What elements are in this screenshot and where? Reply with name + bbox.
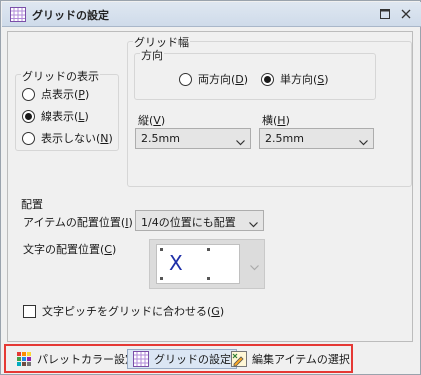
horizontal-width-select[interactable]: 2.5mm: [259, 128, 374, 149]
tab-edit-item-select[interactable]: 編集アイテムの選択: [225, 349, 356, 369]
grid-settings-window: グリッドの設定 グリッドの表示 点表示(P) 線表示(L) 表示しない(N) グ…: [0, 0, 421, 375]
both-directions-radio[interactable]: 両方向(D): [179, 71, 248, 87]
checkbox-box[interactable]: [23, 304, 36, 318]
tab-bar: パレットカラー設定 グリッドの設定 編集アイテムの選択: [4, 344, 353, 373]
dot-display-label: 点表示(P): [41, 88, 90, 101]
vertical-width-select[interactable]: 2.5mm: [135, 128, 251, 149]
vertical-width-value: 2.5mm: [141, 132, 180, 145]
tab-grid-settings-label: グリッドの設定: [154, 353, 231, 366]
radio-circle-selected[interactable]: [261, 72, 274, 86]
chevron-down-icon: [249, 218, 258, 228]
text-position-preview: X: [156, 244, 240, 284]
pitch-align-label: 文字ピッチをグリッドに合わせる(G): [42, 305, 225, 318]
direction-group: [134, 53, 376, 100]
tab-palette-color-label: パレットカラー設定: [37, 353, 136, 366]
single-direction-label: 単方向(S): [280, 73, 329, 86]
vertical-label: 縦(V): [138, 114, 166, 127]
restore-icon[interactable]: [377, 6, 393, 22]
text-position-label: 文字の配置位置(C): [23, 243, 117, 256]
line-display-label: 線表示(L): [41, 110, 89, 123]
single-direction-radio[interactable]: 単方向(S): [261, 71, 329, 87]
chevron-down-icon: [359, 136, 368, 146]
line-display-radio[interactable]: 線表示(L): [22, 108, 89, 124]
close-icon[interactable]: [398, 6, 414, 22]
text-position-select[interactable]: X: [149, 239, 265, 289]
edit-select-icon: [231, 351, 247, 367]
item-position-value: 1/4の位置にも配置: [141, 216, 236, 229]
item-position-select[interactable]: 1/4の位置にも配置: [135, 210, 264, 231]
item-position-label: アイテムの配置位置(I): [23, 216, 133, 229]
radio-circle[interactable]: [179, 72, 192, 86]
grid-icon: [133, 351, 149, 367]
radio-circle[interactable]: [22, 131, 35, 145]
both-directions-label: 両方向(D): [198, 73, 249, 86]
no-display-label: 表示しない(N): [41, 132, 113, 145]
pitch-align-checkbox[interactable]: 文字ピッチをグリッドに合わせる(G): [23, 303, 224, 319]
direction-label: 方向: [140, 47, 164, 63]
chevron-down-icon: [250, 261, 259, 271]
tab-palette-color[interactable]: パレットカラー設定: [10, 349, 142, 369]
dot-display-radio[interactable]: 点表示(P): [22, 86, 89, 102]
tab-grid-settings[interactable]: グリッドの設定: [127, 349, 237, 369]
preview-dot: [160, 277, 163, 280]
tab-edit-item-select-label: 編集アイテムの選択: [252, 353, 350, 366]
horizontal-label: 横(H): [262, 114, 290, 127]
radio-circle-selected[interactable]: [22, 109, 35, 123]
grid-display-label: グリッドの表示: [21, 68, 100, 84]
radio-circle[interactable]: [22, 87, 35, 101]
preview-dot: [160, 248, 163, 251]
preview-char: X: [169, 251, 183, 275]
grid-icon: [10, 7, 26, 22]
window-title: グリッドの設定: [32, 9, 109, 22]
horizontal-width-value: 2.5mm: [265, 132, 304, 145]
chevron-down-icon: [236, 136, 245, 146]
preview-dot: [207, 248, 210, 251]
no-display-radio[interactable]: 表示しない(N): [22, 130, 113, 146]
preview-dot: [207, 277, 210, 280]
title-bar: グリッドの設定: [2, 2, 421, 27]
palette-icon: [16, 351, 32, 367]
layout-label: 配置: [21, 198, 43, 211]
